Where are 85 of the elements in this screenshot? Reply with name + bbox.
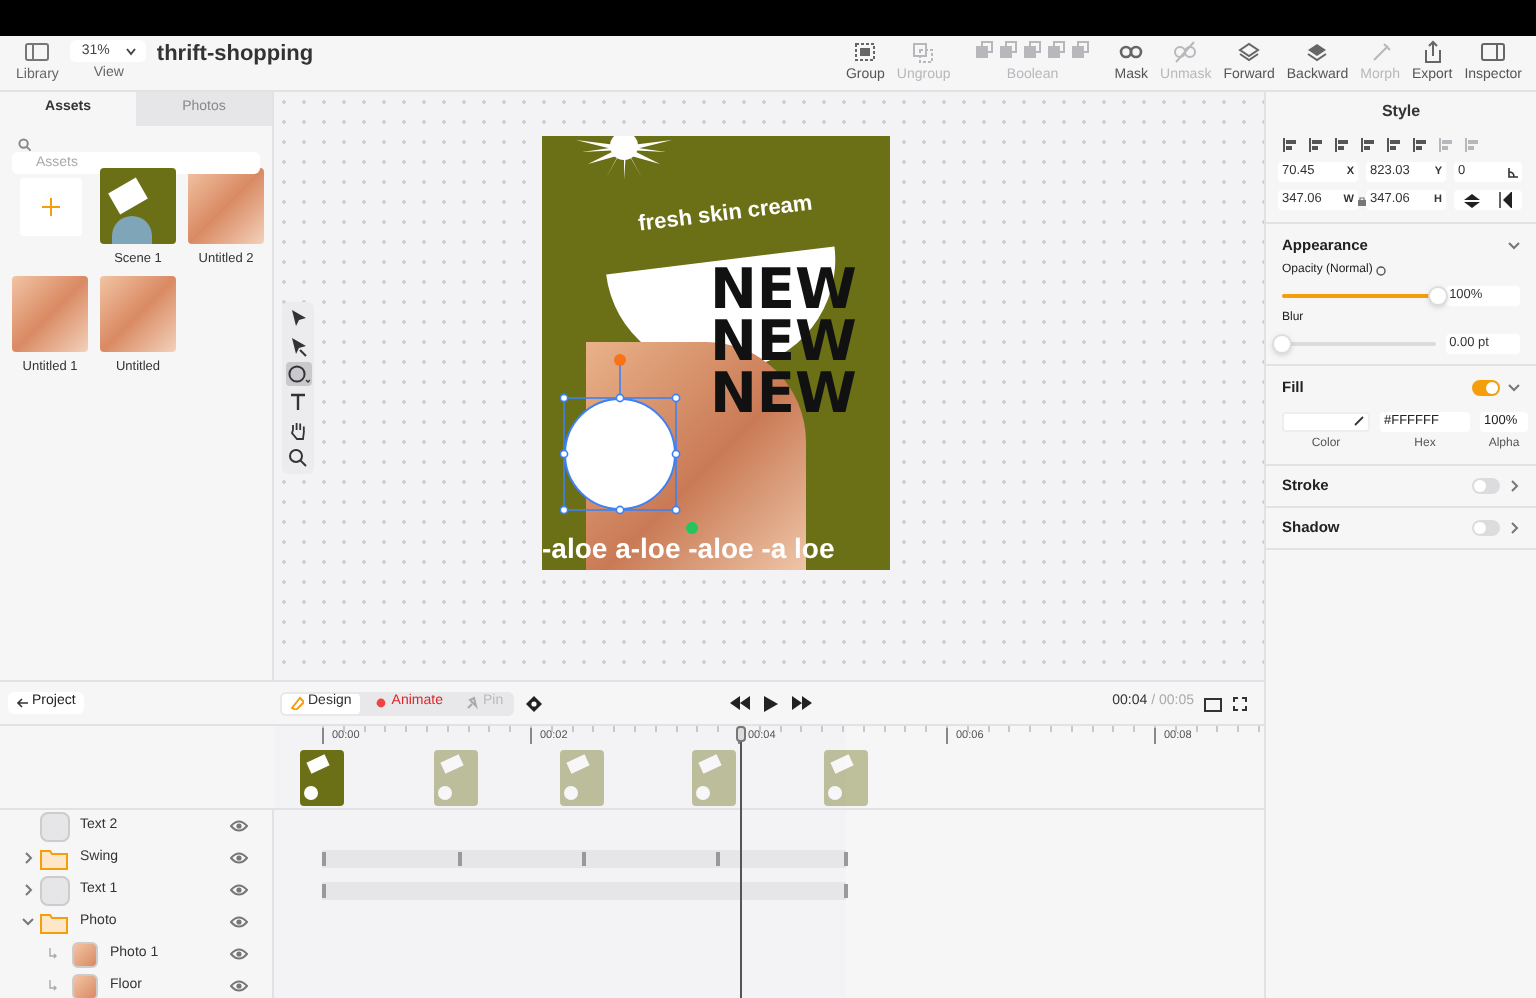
hand-tool[interactable]: [285, 418, 311, 442]
ungroup-icon: [910, 39, 937, 64]
chevron-right-icon[interactable]: [1508, 479, 1520, 491]
document-title: thrift-shopping: [156, 40, 314, 71]
folder-icon: [40, 847, 68, 869]
folder-icon: [40, 911, 68, 933]
photo-placeholder: [71, 941, 97, 967]
inspector-icon: [1480, 39, 1507, 64]
tagline-text: fresh skin cream: [636, 189, 815, 241]
return-arrow-icon: [48, 948, 58, 960]
sidebar-icon: [24, 39, 51, 64]
playhead-handle[interactable]: [736, 726, 746, 742]
eye-icon[interactable]: [230, 980, 248, 992]
forward-icon: [1236, 39, 1263, 64]
design-mode-icon: [290, 696, 304, 710]
eye-icon[interactable]: [230, 948, 248, 960]
boolean-shape-icon: [998, 39, 1019, 64]
chevron-down-icon: [125, 47, 136, 56]
chevron-down-icon[interactable]: [22, 916, 34, 928]
anchor-point-icon: [686, 522, 698, 534]
eye-icon[interactable]: [230, 820, 248, 832]
angle-icon: [1508, 167, 1518, 177]
panel-title: Style: [1379, 100, 1423, 124]
toggle-switch[interactable]: [1472, 519, 1500, 535]
expand-icon[interactable]: [1232, 695, 1248, 711]
pin-mode-icon: [464, 696, 479, 710]
photo-placeholder: [71, 973, 97, 998]
keyframe-thumbnail[interactable]: [300, 750, 344, 806]
keyframe-marker[interactable]: [322, 852, 325, 866]
color-swatch[interactable]: [1282, 411, 1370, 431]
keyframe-icon[interactable]: [525, 695, 542, 711]
eye-icon[interactable]: [230, 884, 248, 896]
ellipse-tool-tool[interactable]: [285, 362, 311, 386]
eye-icon[interactable]: [230, 916, 248, 928]
chevron-right-icon[interactable]: [22, 884, 34, 896]
plus-icon: [41, 198, 59, 216]
frame-icon[interactable]: [1204, 695, 1222, 711]
toggle-switch[interactable]: [1472, 477, 1500, 493]
boolean-shape-icon: [1046, 39, 1067, 64]
photo-placeholder[interactable]: [188, 168, 264, 244]
flip-horizontal-icon[interactable]: [1498, 192, 1513, 208]
slider-thumb[interactable]: [1272, 334, 1292, 355]
keyframe-marker[interactable]: [458, 852, 461, 866]
search-icon: [18, 138, 32, 152]
stepper-icon[interactable]: [1376, 266, 1387, 277]
return-arrow-icon: [48, 980, 58, 992]
unmask-icon: [1172, 39, 1199, 64]
chevron-down-icon[interactable]: [1508, 239, 1520, 252]
starburst-icon: [572, 136, 676, 180]
keyframe-marker[interactable]: [844, 852, 847, 866]
play-icon[interactable]: [763, 695, 778, 711]
chevron-right-icon[interactable]: [22, 852, 34, 864]
chevron-down-icon[interactable]: [1508, 381, 1520, 394]
group-icon: [852, 39, 879, 64]
zoom-tool[interactable]: [285, 446, 311, 470]
keyframe-marker[interactable]: [322, 884, 325, 898]
keyframe-marker[interactable]: [582, 852, 585, 866]
fast-forward-icon[interactable]: [791, 696, 812, 710]
headline-text: NEW: [710, 368, 857, 420]
backward-icon: [1304, 39, 1331, 64]
keyframe-marker[interactable]: [844, 884, 847, 898]
lock-icon[interactable]: [1358, 196, 1366, 206]
keyframe-marker[interactable]: [716, 852, 719, 866]
align-icon[interactable]: [1334, 138, 1350, 152]
align-icon[interactable]: [1386, 138, 1402, 152]
align-icon[interactable]: [1360, 138, 1376, 152]
scene-thumbnail[interactable]: [100, 168, 176, 244]
boolean-shape-icon: [1022, 39, 1043, 64]
align-icon[interactable]: [1308, 138, 1324, 152]
arrow-left-icon: [16, 698, 28, 708]
animate-mode-icon: [373, 696, 388, 710]
align-icon[interactable]: [1412, 138, 1428, 152]
export-icon: [1419, 39, 1446, 64]
layer-thumbnail: [39, 875, 69, 905]
align-icon[interactable]: [1282, 138, 1298, 152]
toggle-switch[interactable]: [1472, 379, 1500, 396]
boolean-shape-icon: [1070, 39, 1091, 64]
chevron-right-icon[interactable]: [1508, 521, 1520, 533]
slider-thumb[interactable]: [1428, 286, 1448, 307]
eyedropper-icon[interactable]: [1354, 416, 1364, 426]
flip-vertical-icon[interactable]: [1463, 193, 1480, 207]
rewind-icon[interactable]: [729, 696, 750, 710]
text-tool-tool[interactable]: [285, 390, 311, 414]
eye-icon[interactable]: [230, 852, 248, 864]
boolean-shape-icon: [974, 39, 995, 64]
